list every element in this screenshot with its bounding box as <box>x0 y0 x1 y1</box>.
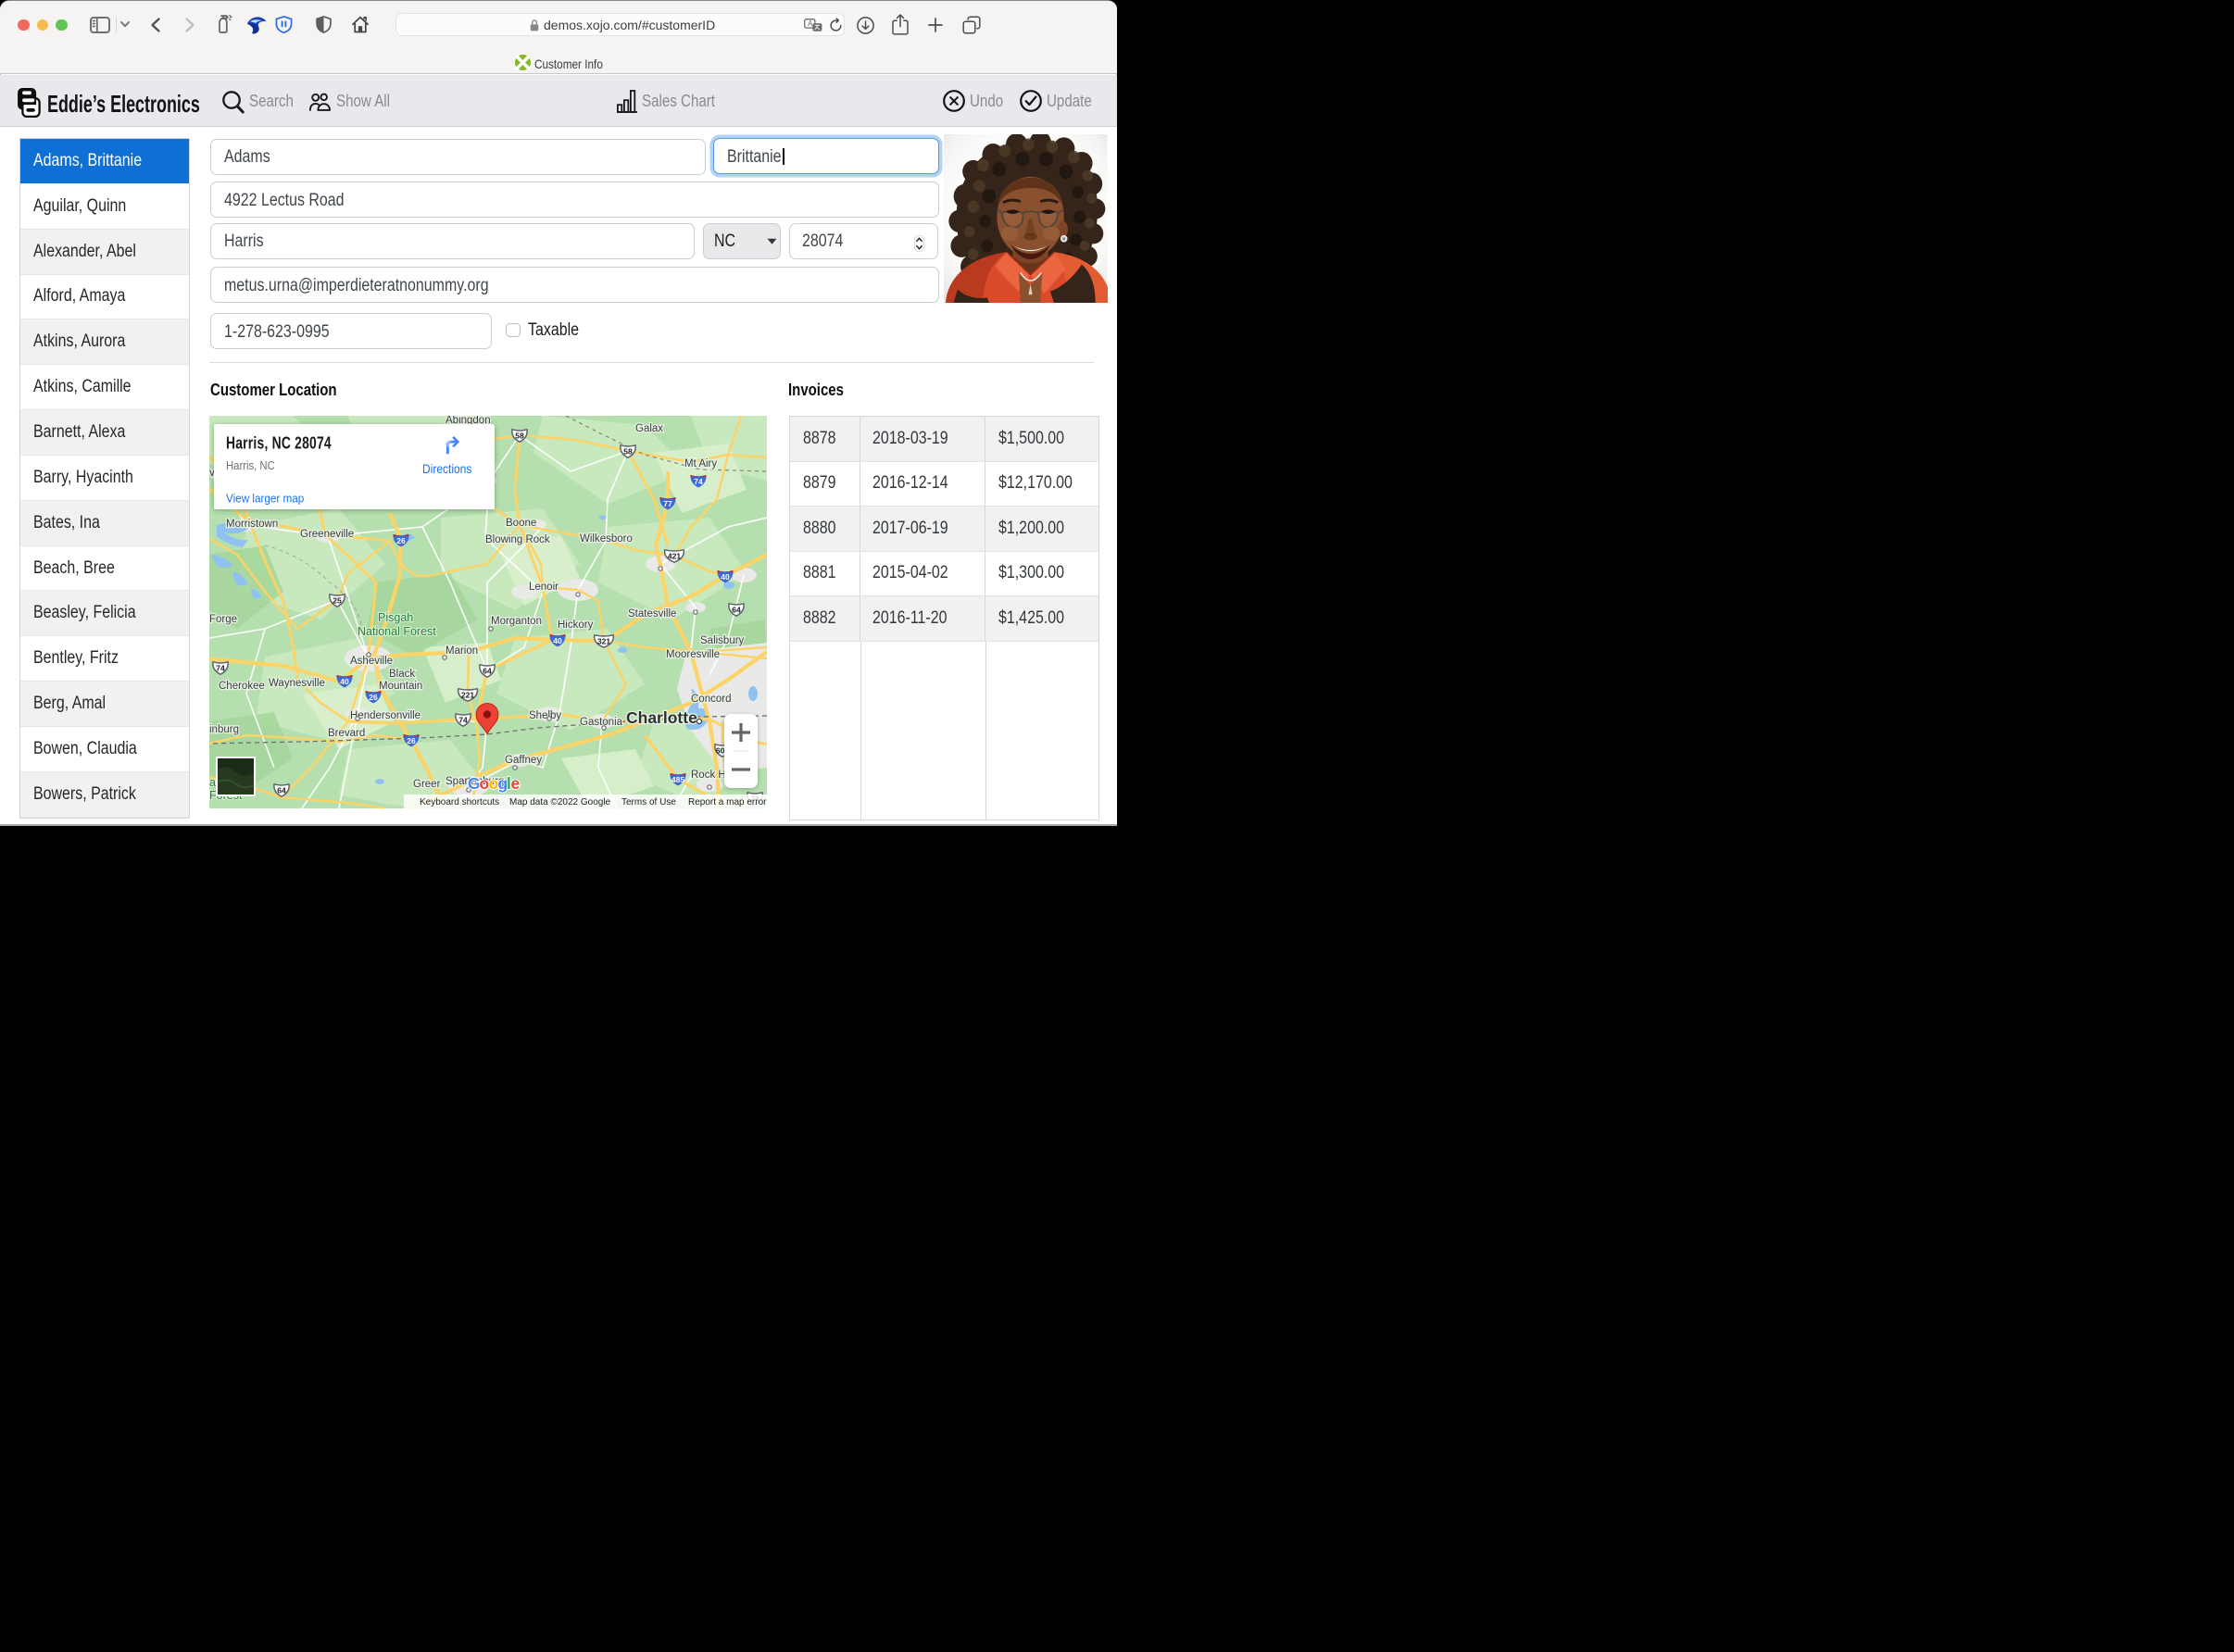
svg-text:Galax: Galax <box>635 423 663 434</box>
svg-text:Wilkesboro: Wilkesboro <box>580 533 633 544</box>
svg-text:Black: Black <box>389 669 415 680</box>
svg-text:Salisbury: Salisbury <box>700 635 745 646</box>
svg-text:74: 74 <box>694 477 703 486</box>
svg-text:Mooresville: Mooresville <box>666 649 720 660</box>
svg-text:58: 58 <box>623 446 633 456</box>
svg-text:77: 77 <box>663 499 672 508</box>
svg-text:Asheville: Asheville <box>350 656 393 667</box>
svg-text:Map data ©2022 Google: Map data ©2022 Google <box>509 797 611 807</box>
svg-text:inburg: inburg <box>209 724 239 735</box>
svg-text:Morristown: Morristown <box>226 519 278 530</box>
svg-text:Concord: Concord <box>691 694 731 705</box>
svg-text:Greeneville: Greeneville <box>300 529 354 540</box>
svg-text:Waynesville: Waynesville <box>269 678 325 689</box>
svg-text:Forge: Forge <box>209 614 237 625</box>
svg-text:421: 421 <box>668 551 681 560</box>
svg-text:40: 40 <box>721 572 730 582</box>
svg-text:26: 26 <box>407 736 416 745</box>
svg-text:74: 74 <box>458 715 468 724</box>
svg-text:Harris, NC 28074: Harris, NC 28074 <box>226 434 332 453</box>
svg-text:Cherokee: Cherokee <box>219 681 265 692</box>
svg-text:Report a map error: Report a map error <box>688 797 767 807</box>
svg-text:Gastonia: Gastonia <box>580 717 623 728</box>
svg-text:321: 321 <box>597 636 610 645</box>
svg-text:e: e <box>511 774 521 793</box>
svg-text:Lenoir: Lenoir <box>529 582 558 593</box>
svg-text:40: 40 <box>340 677 349 686</box>
svg-text:26: 26 <box>396 536 406 545</box>
svg-text:64: 64 <box>483 666 492 675</box>
svg-text:64: 64 <box>732 605 741 614</box>
svg-text:74: 74 <box>216 663 225 672</box>
svg-text:Boone: Boone <box>506 518 536 529</box>
svg-text:Mt Airy: Mt Airy <box>684 458 717 469</box>
svg-text:Charlotte: Charlotte <box>626 708 697 727</box>
svg-text:Keyboard shortcuts: Keyboard shortcuts <box>420 797 499 807</box>
svg-text:64: 64 <box>277 785 286 795</box>
svg-text:25: 25 <box>333 595 342 605</box>
svg-text:Shelby: Shelby <box>529 710 561 721</box>
svg-text:Hendersonville: Hendersonville <box>350 710 420 721</box>
svg-text:Blowing Rock: Blowing Rock <box>485 534 550 545</box>
svg-text:Marion: Marion <box>446 645 478 657</box>
svg-text:Harris, NC: Harris, NC <box>226 458 275 472</box>
svg-text:Brevard: Brevard <box>328 728 365 739</box>
svg-text:Gaffney: Gaffney <box>505 755 542 766</box>
svg-text:Morganton: Morganton <box>491 616 542 627</box>
svg-text:40: 40 <box>553 636 562 645</box>
svg-text:58: 58 <box>515 431 524 440</box>
svg-text:Statesville: Statesville <box>628 608 676 620</box>
svg-text:Mountain: Mountain <box>379 681 422 692</box>
svg-text:Hickory: Hickory <box>558 620 594 631</box>
svg-text:National Forest: National Forest <box>358 625 436 638</box>
svg-text:A: A <box>808 19 813 28</box>
svg-text:221: 221 <box>461 690 474 699</box>
svg-text:Greer: Greer <box>413 779 441 790</box>
svg-text:Directions: Directions <box>422 461 471 476</box>
svg-text:26: 26 <box>369 693 378 702</box>
svg-text:Pisgah: Pisgah <box>378 611 413 624</box>
svg-text:Terms of Use: Terms of Use <box>621 797 676 807</box>
svg-text:485: 485 <box>671 775 684 784</box>
svg-text:View larger map: View larger map <box>226 492 304 506</box>
